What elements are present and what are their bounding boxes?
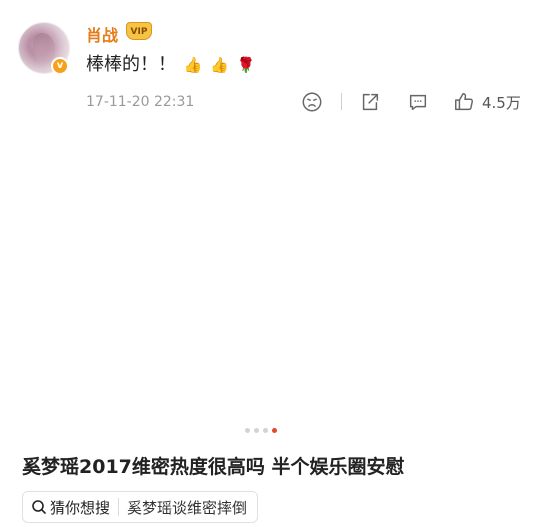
search-query: 奚梦瑶谈维密摔倒 [127, 498, 248, 517]
post-timestamp: 17-11-20 22:31 [86, 94, 195, 110]
thumbs-up-icon [455, 93, 474, 111]
search-icon [31, 499, 47, 515]
carousel-dot-active[interactable] [272, 428, 277, 433]
thumbs-up-emoji-icon: 👍 [210, 56, 229, 74]
carousel-dot[interactable] [245, 428, 250, 433]
post-text-content: 棒棒的！！ [86, 54, 176, 75]
comment-icon [409, 94, 427, 111]
rose-emoji-icon: 🌹 [236, 56, 256, 74]
username[interactable]: 肖战 [86, 22, 118, 46]
carousel-dot[interactable] [254, 428, 259, 433]
share-icon [362, 93, 379, 111]
share-button[interactable] [359, 90, 381, 114]
comment-button[interactable] [407, 90, 429, 114]
suggested-search[interactable]: 猜你想搜 奚梦瑶谈维密摔倒 [22, 491, 259, 523]
like-count: 4.5万 [482, 93, 521, 112]
carousel-indicator [245, 428, 277, 433]
headline-link[interactable]: 奚梦瑶2017维密热度很高吗 半个娱乐圈安慰 [22, 452, 405, 479]
sad-face-icon [302, 92, 322, 112]
verified-badge-icon: v [51, 57, 69, 75]
thumbs-up-emoji-icon: 👍 [183, 56, 203, 74]
avatar-image [33, 33, 55, 63]
carousel-dot[interactable] [263, 428, 268, 433]
action-divider [341, 93, 342, 110]
search-label: 猜你想搜 [50, 498, 111, 517]
search-divider [118, 498, 120, 516]
vip-badge-icon[interactable]: VIP [126, 22, 152, 40]
post-text: 棒棒的！！ 👍 👍 🌹 [86, 50, 255, 76]
like-button[interactable]: 4.5万 [453, 90, 521, 114]
sad-face-button[interactable] [301, 90, 323, 114]
